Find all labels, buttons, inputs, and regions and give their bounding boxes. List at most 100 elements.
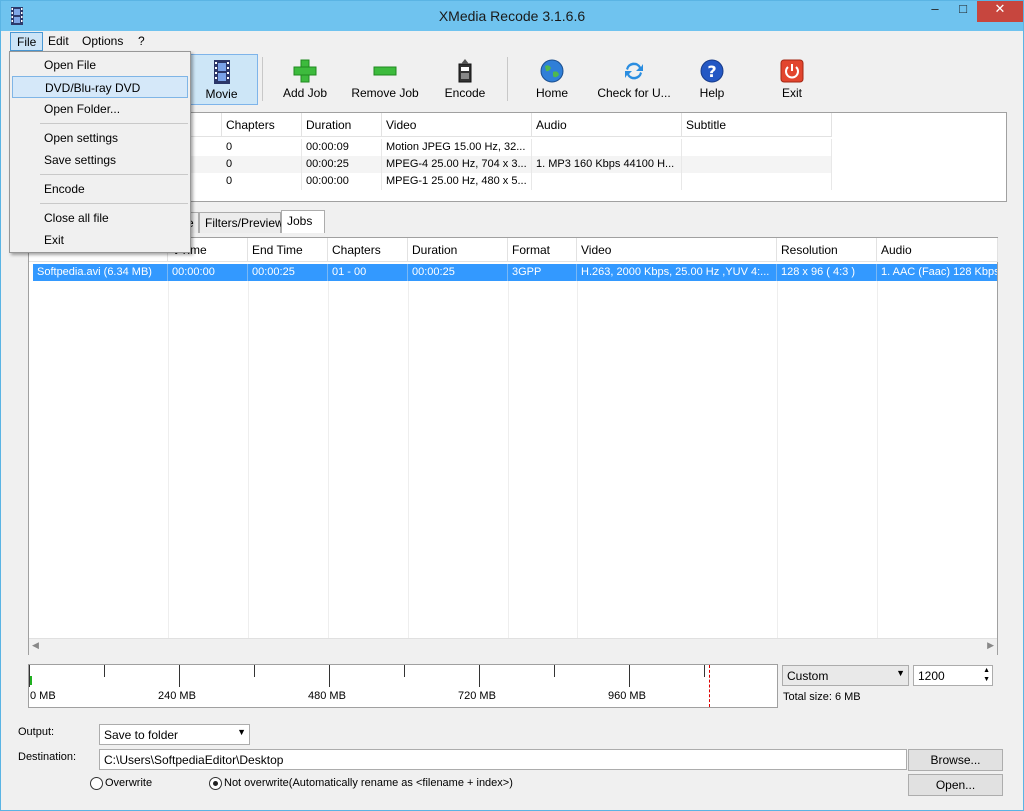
- column-header-format[interactable]: Format: [508, 238, 577, 262]
- output-select[interactable]: Save to folder ▼: [99, 724, 250, 745]
- menu-separator: [40, 174, 188, 175]
- remove-job-button[interactable]: Remove Job: [348, 54, 422, 105]
- menu-item-open-settings[interactable]: Open settings: [12, 127, 188, 149]
- scale-label: 720 MB: [458, 690, 496, 702]
- menu-item-encode[interactable]: Encode: [12, 178, 188, 200]
- check-updates-button[interactable]: Check for U...: [594, 54, 674, 105]
- size-value-spinner[interactable]: 1200 ▲ ▼: [913, 665, 993, 686]
- cell-subtitle: [682, 173, 832, 190]
- not-overwrite-radio[interactable]: [209, 777, 222, 790]
- tab-jobs[interactable]: Jobs: [281, 210, 325, 233]
- menu-separator: [40, 203, 188, 204]
- exit-button[interactable]: Exit: [768, 54, 816, 105]
- cell-video: Motion JPEG 15.00 Hz, 32...: [382, 139, 532, 156]
- app-window: XMedia Recode 3.1.6.6 – □ ✕ File Edit Op…: [0, 0, 1024, 811]
- power-icon: [780, 59, 804, 83]
- add-job-label: Add Job: [282, 86, 328, 100]
- cell-subtitle: [682, 139, 832, 156]
- jobs-table[interactable]: t Time End Time Chapters Duration Format…: [28, 237, 998, 655]
- cell-duration: 00:00:00: [302, 173, 382, 190]
- cell-subtitle: [682, 156, 832, 173]
- column-header-resolution[interactable]: Resolution: [777, 238, 877, 262]
- check-updates-label: Check for U...: [597, 86, 671, 100]
- tick-mark: [329, 665, 330, 687]
- column-header-chapters[interactable]: Chapters: [222, 113, 302, 137]
- cell-audio: 1. AAC (Faac) 128 Kbps: [881, 266, 997, 278]
- tick-mark: [254, 665, 255, 677]
- output-value: Save to folder: [104, 728, 179, 742]
- column-header-chapters[interactable]: Chapters: [328, 238, 408, 262]
- cell-chapters: 0: [222, 156, 302, 173]
- horizontal-scrollbar[interactable]: ◀ ▶: [29, 638, 997, 655]
- column-header-subtitle[interactable]: Subtitle: [682, 113, 832, 137]
- column-header-duration[interactable]: Duration: [302, 113, 382, 137]
- movie-button[interactable]: Movie: [185, 54, 258, 105]
- file-menu-dropdown: Open File DVD/Blu-ray DVD Open Folder...…: [9, 51, 191, 253]
- menu-file[interactable]: File: [10, 32, 44, 51]
- scale-label: 960 MB: [608, 690, 646, 702]
- grid-line: [508, 281, 509, 638]
- tick-mark: [29, 665, 30, 687]
- spinner-arrows-icon[interactable]: ▲ ▼: [983, 666, 990, 684]
- remove-job-label: Remove Job: [351, 86, 419, 100]
- maximize-button[interactable]: □: [949, 1, 977, 22]
- movie-label: Movie: [205, 87, 238, 101]
- column-header-end-time[interactable]: End Time: [248, 238, 328, 262]
- add-job-button[interactable]: Add Job: [274, 54, 336, 105]
- menu-item-open-folder[interactable]: Open Folder...: [12, 98, 188, 120]
- menu-help[interactable]: ?: [132, 32, 151, 51]
- cell-video: MPEG-4 25.00 Hz, 704 x 3...: [382, 156, 532, 173]
- toolbar-separator: [262, 57, 263, 101]
- scale-label: 240 MB: [158, 690, 196, 702]
- column-header-audio[interactable]: Audio: [532, 113, 682, 137]
- menu-bar: File Edit Options ?: [2, 31, 1022, 51]
- menu-item-exit[interactable]: Exit: [12, 229, 188, 251]
- tick-mark: [704, 665, 705, 677]
- film-icon: [213, 60, 230, 84]
- menu-options[interactable]: Options: [76, 32, 129, 51]
- close-button[interactable]: ✕: [977, 1, 1023, 22]
- cell-chapters: 01 - 00: [328, 264, 408, 281]
- tab-filters-preview[interactable]: Filters/Preview: [199, 212, 284, 233]
- menu-item-save-settings[interactable]: Save settings: [12, 149, 188, 171]
- column-header-duration[interactable]: Duration: [408, 238, 508, 262]
- exit-label: Exit: [781, 86, 802, 100]
- column-header-audio[interactable]: Audio: [877, 238, 998, 262]
- destination-input[interactable]: C:\Users\SoftpediaEditor\Desktop: [99, 749, 907, 770]
- grid-line: [777, 281, 778, 638]
- home-label: Home: [535, 86, 568, 100]
- tick-mark: [629, 665, 630, 687]
- help-button[interactable]: ? Help: [686, 54, 738, 105]
- not-overwrite-label: Not overwrite(Automatically rename as <f…: [224, 777, 513, 789]
- overwrite-radio[interactable]: [90, 777, 103, 790]
- menu-item-dvd-bluray[interactable]: DVD/Blu-ray DVD: [12, 76, 188, 98]
- scroll-right-icon[interactable]: ▶: [987, 640, 994, 651]
- menu-item-open-file[interactable]: Open File: [12, 54, 188, 76]
- open-button[interactable]: Open...: [908, 774, 1003, 796]
- encode-button[interactable]: Encode: [434, 54, 496, 105]
- minimize-button[interactable]: –: [921, 1, 949, 22]
- column-header-video[interactable]: Video: [577, 238, 777, 262]
- table-row[interactable]: Softpedia.avi (6.34 MB) 00:00:00 00:00:2…: [33, 264, 997, 281]
- size-preset-value: Custom: [787, 669, 829, 683]
- tick-mark: [554, 665, 555, 677]
- destination-label: Destination:: [18, 751, 77, 763]
- column-header-video[interactable]: Video: [382, 113, 532, 137]
- cell-audio: [532, 173, 682, 190]
- browse-button[interactable]: Browse...: [908, 749, 1003, 771]
- cell-name: Softpedia.avi (6.34 MB): [33, 264, 168, 281]
- size-scale-bar[interactable]: 0 MB 240 MB 480 MB 720 MB 960 MB: [28, 664, 778, 708]
- help-icon: ?: [700, 59, 724, 83]
- chevron-down-icon: ▼: [237, 727, 246, 737]
- window-title: XMedia Recode 3.1.6.6: [438, 8, 586, 24]
- scroll-left-icon[interactable]: ◀: [32, 640, 39, 651]
- tick-mark: [104, 665, 105, 677]
- refresh-icon: [625, 62, 643, 80]
- menu-separator: [40, 123, 188, 124]
- home-button[interactable]: Home: [524, 54, 580, 105]
- menu-edit[interactable]: Edit: [42, 32, 75, 51]
- output-label: Output:: [18, 726, 55, 738]
- menu-item-close-all[interactable]: Close all file: [12, 207, 188, 229]
- size-preset-select[interactable]: Custom ▼: [782, 665, 909, 686]
- cell-duration: 00:00:25: [302, 156, 382, 173]
